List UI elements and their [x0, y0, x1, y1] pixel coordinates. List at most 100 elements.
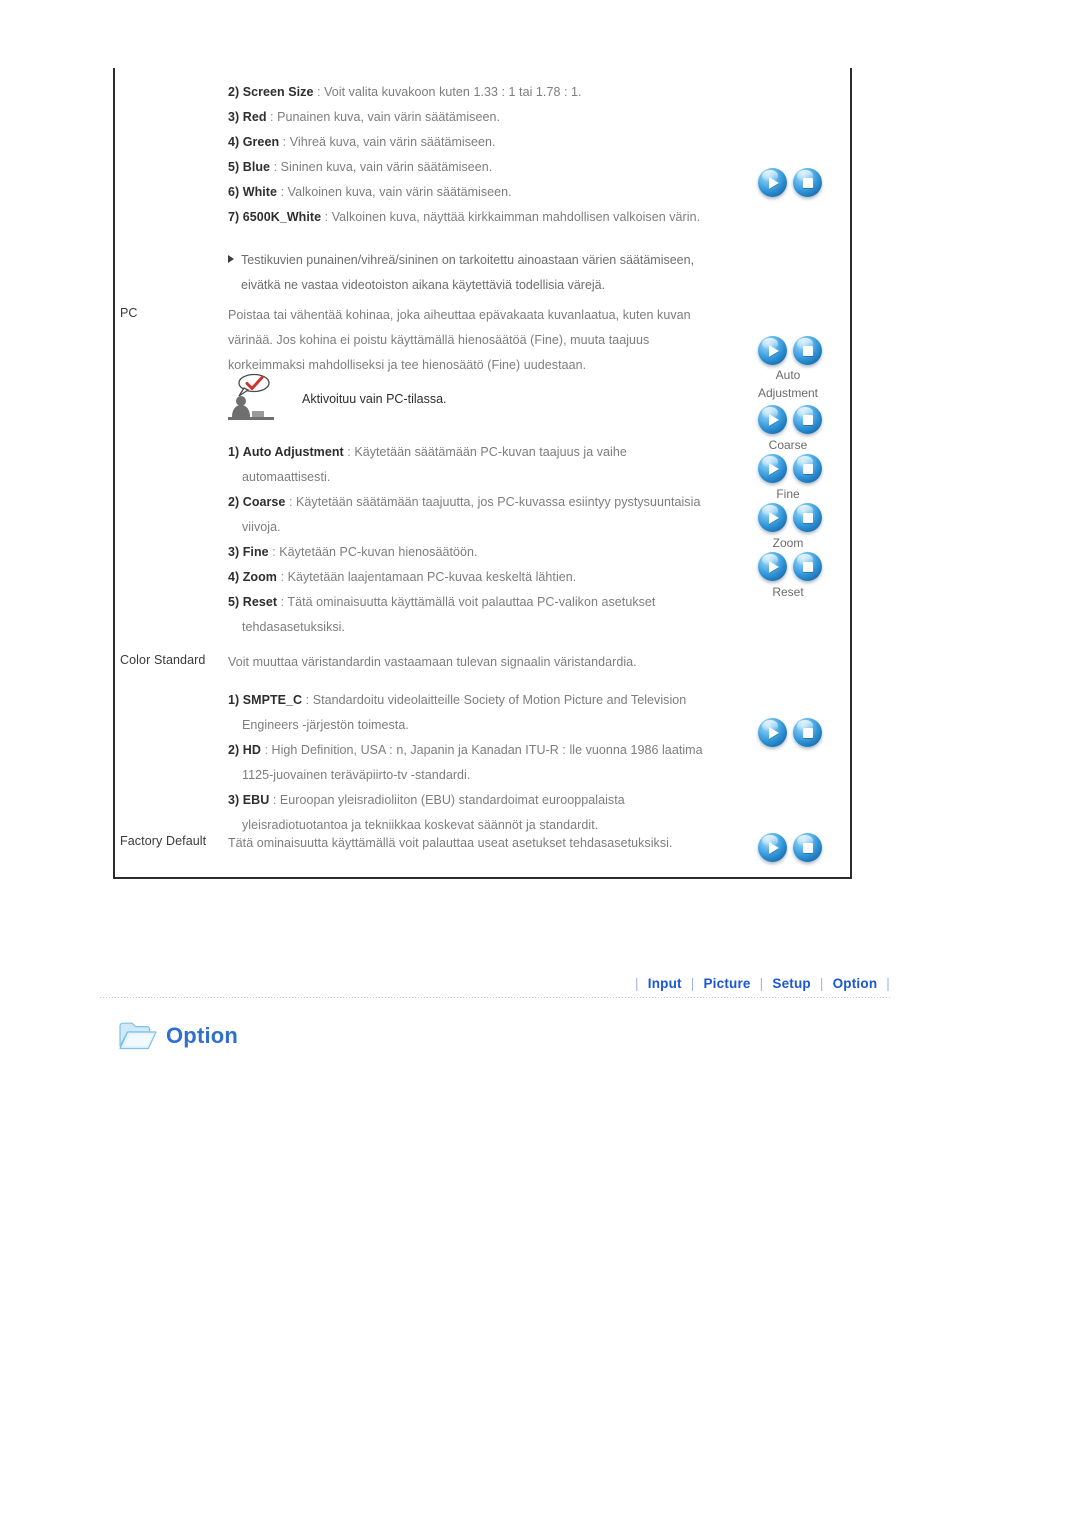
item-number: 2) — [228, 495, 240, 509]
pc-desc-line-2: värinää. Jos kohina ei poistu käyttämäll… — [228, 333, 650, 347]
horizontal-divider — [100, 997, 890, 998]
play-button-icon[interactable] — [758, 405, 787, 434]
remote-button-pair-auto-adjustment[interactable] — [758, 336, 822, 365]
play-button-icon[interactable] — [758, 168, 787, 197]
nav-separator: | — [886, 976, 890, 991]
play-button-icon[interactable] — [758, 503, 787, 532]
item-number: 2) — [228, 85, 240, 99]
item-number: 7) — [228, 210, 240, 224]
item-separator: : — [324, 210, 329, 224]
item-key: HD — [242, 743, 261, 757]
pc-items-list: 1) Auto Adjustment : Käytetään säätämään… — [228, 440, 748, 640]
triangle-bullet-icon — [228, 255, 234, 263]
item-number: 4) — [228, 135, 240, 149]
enter-button-icon[interactable] — [793, 718, 822, 747]
item-continuation: viivoja. — [242, 520, 281, 534]
item-separator: : — [280, 595, 285, 609]
item-desc: Sininen kuva, vain värin säätämiseen. — [280, 160, 493, 174]
item-key: Blue — [242, 160, 271, 174]
enter-button-icon[interactable] — [793, 454, 822, 483]
play-button-icon[interactable] — [758, 718, 787, 747]
item-key: Coarse — [242, 495, 286, 509]
color-standard-desc: Voit muuttaa väristandardin vastaamaan t… — [228, 655, 637, 669]
item-key: Fine — [242, 545, 269, 559]
list-item: 3) EBU : Euroopan yleisradioliiton (EBU)… — [228, 788, 758, 813]
remote-label-coarse: Coarse — [768, 438, 808, 452]
play-button-icon[interactable] — [758, 336, 787, 365]
item-separator: : — [317, 85, 321, 99]
item-number: 6) — [228, 185, 240, 199]
item-key: Reset — [242, 595, 278, 609]
bullet-text-2: eivätkä ne vastaa videotoiston aikana kä… — [241, 278, 606, 292]
item-number: 3) — [228, 110, 240, 124]
play-button-icon[interactable] — [758, 454, 787, 483]
remote-button-pair-zoom[interactable] — [758, 503, 822, 532]
play-button-icon[interactable] — [758, 833, 787, 862]
remote-label-fine: Fine — [776, 487, 800, 501]
list-item: 2) Screen Size : Voit valita kuvakoon ku… — [228, 80, 728, 105]
item-key: Auto Adjustment — [242, 445, 344, 459]
enter-button-icon[interactable] — [793, 336, 822, 365]
remote-button-pair-coarse[interactable] — [758, 405, 822, 434]
enter-button-icon[interactable] — [793, 405, 822, 434]
section-term-factory-default: Factory Default — [120, 834, 207, 848]
item-desc: Käytetään PC-kuvan hienosäätöön. — [279, 545, 478, 559]
item-key: SMPTE_C — [242, 693, 303, 707]
item-key: Zoom — [242, 570, 277, 584]
item-key: EBU — [242, 793, 270, 807]
enter-button-icon[interactable] — [793, 503, 822, 532]
item-desc: Valkoinen kuva, vain värin säätämiseen. — [287, 185, 512, 199]
person-tip-icon — [228, 373, 274, 420]
remote-button-pair-color-standard[interactable] — [758, 718, 822, 747]
list-item: 3) Red : Punainen kuva, vain värin säätä… — [228, 105, 728, 130]
pc-description: Poistaa tai vähentää kohinaa, joka aiheu… — [228, 303, 728, 378]
nav-link-input[interactable]: Input — [639, 976, 691, 991]
list-item: 2) HD : High Definition, USA : n, Japani… — [228, 738, 758, 763]
item-separator: : — [347, 445, 351, 459]
item-separator: : — [273, 160, 278, 174]
list-item: 5) Reset : Tätä ominaisuutta käyttämällä… — [228, 590, 748, 615]
item-key: 6500K_White — [242, 210, 322, 224]
nav-link-picture[interactable]: Picture — [694, 976, 759, 991]
section-heading-option: Option — [118, 1019, 238, 1053]
bullet-text-1: Testikuvien punainen/vihreä/sininen on t… — [241, 253, 695, 267]
play-button-icon[interactable] — [758, 552, 787, 581]
remote-button-pair-reset[interactable] — [758, 552, 822, 581]
bottom-navigation: | Input | Picture | Setup | Option | — [0, 976, 890, 991]
folder-icon — [119, 1022, 157, 1050]
list-item: 1) SMPTE_C : Standardoitu videolaitteill… — [228, 688, 758, 713]
item-number: 1) — [228, 693, 240, 707]
picture-bullet-note: Testikuvien punainen/vihreä/sininen on t… — [228, 248, 728, 298]
item-desc: Punainen kuva, vain värin säätämiseen. — [277, 110, 500, 124]
enter-button-icon[interactable] — [793, 168, 822, 197]
section-term-color-standard: Color Standard — [120, 653, 206, 667]
item-desc: Standardoitu videolaitteille Society of … — [312, 693, 687, 707]
item-key: Green — [242, 135, 280, 149]
bullet-line-2: eivätkä ne vastaa videotoiston aikana kä… — [228, 273, 728, 298]
item-number: 1) — [228, 445, 240, 459]
picture-items-list: 2) Screen Size : Voit valita kuvakoon ku… — [228, 80, 728, 230]
nav-link-setup[interactable]: Setup — [763, 976, 820, 991]
color-standard-description: Voit muuttaa väristandardin vastaamaan t… — [228, 650, 748, 675]
item-desc: Käytetään säätämään taajuutta, jos PC-ku… — [296, 495, 701, 509]
item-separator: : — [282, 135, 287, 149]
nav-link-option[interactable]: Option — [824, 976, 887, 991]
bullet-line-1: Testikuvien punainen/vihreä/sininen on t… — [228, 248, 728, 273]
item-desc: Vihreä kuva, vain värin säätämiseen. — [289, 135, 496, 149]
item-number: 3) — [228, 545, 240, 559]
remote-label-reset: Reset — [772, 585, 804, 599]
remote-button-pair-factory-default[interactable] — [758, 833, 822, 862]
pc-desc-line-1: Poistaa tai vähentää kohinaa, joka aiheu… — [228, 308, 691, 322]
list-item: 2) Coarse : Käytetään säätämään taajuutt… — [228, 490, 748, 515]
list-item: 6) White : Valkoinen kuva, vain värin sä… — [228, 180, 728, 205]
item-number: 2) — [228, 743, 240, 757]
item-continuation: 1125-juovainen teräväpiirto-tv -standard… — [242, 768, 471, 782]
remote-button-pair-fine[interactable] — [758, 454, 822, 483]
list-item: 1) Auto Adjustment : Käytetään säätämään… — [228, 440, 748, 465]
enter-button-icon[interactable] — [793, 833, 822, 862]
list-item: 3) Fine : Käytetään PC-kuvan hienosäätöö… — [228, 540, 748, 565]
item-continuation: Engineers -järjestön toimesta. — [242, 718, 409, 732]
item-separator: : — [280, 185, 285, 199]
enter-button-icon[interactable] — [793, 552, 822, 581]
remote-button-pair-picture[interactable] — [758, 168, 822, 197]
